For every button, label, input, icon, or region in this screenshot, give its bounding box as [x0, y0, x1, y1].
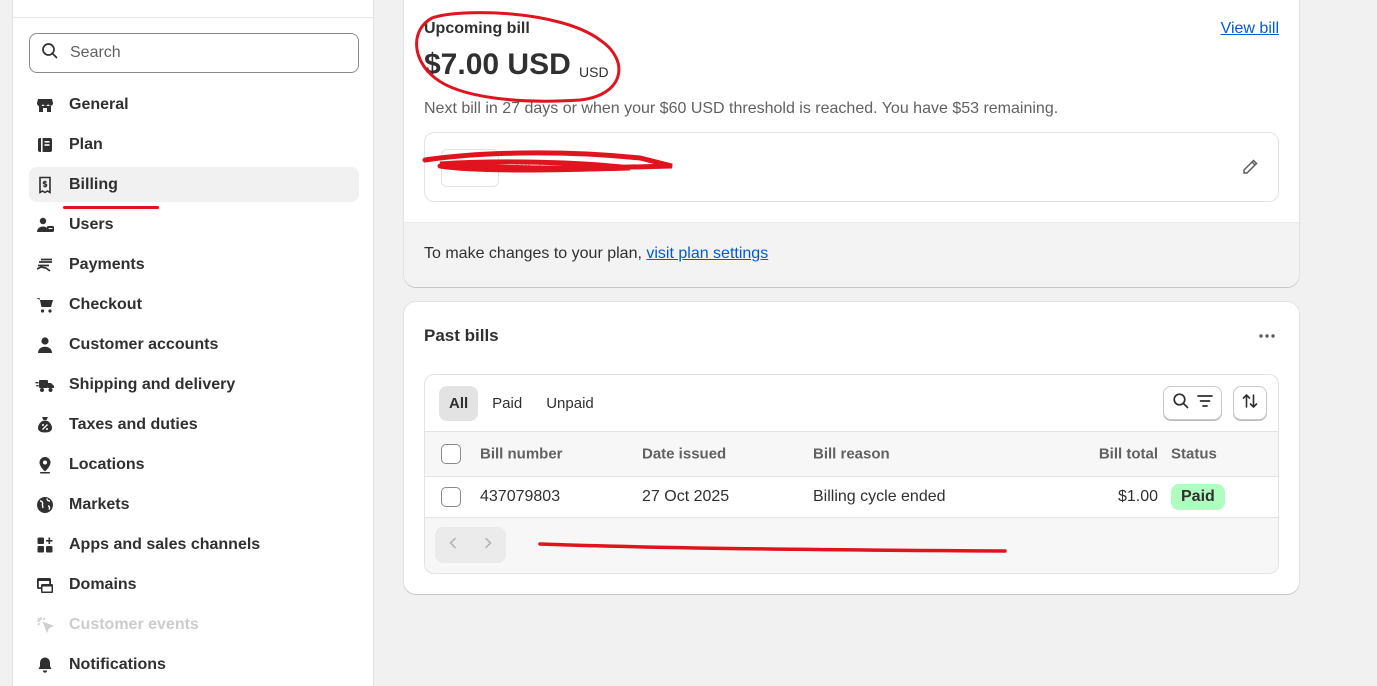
truck-icon — [35, 375, 55, 395]
nav-item-label: Customer events — [69, 616, 199, 633]
nav-item-customer-events[interactable]: Customer events — [29, 605, 359, 645]
column-status: Status — [1171, 445, 1217, 463]
bill-filter-tabs: All Paid Unpaid — [439, 386, 604, 421]
date-issued: 27 Oct 2025 — [642, 488, 730, 505]
nav-item-apps[interactable]: Apps and sales channels — [29, 525, 359, 565]
row-checkbox[interactable] — [441, 487, 461, 507]
next-bill-text: Next bill in 27 days or when your $60 US… — [424, 100, 1059, 117]
receipt-icon — [35, 175, 55, 195]
nav-item-label: Plan — [69, 136, 103, 153]
nav-item-markets[interactable]: Markets — [29, 485, 359, 525]
table-header-row: Bill number Date issued Bill reason Bill… — [425, 431, 1278, 477]
nav-item-payments[interactable]: Payments — [29, 245, 359, 285]
apps-icon — [35, 535, 55, 555]
nav-item-label: General — [69, 96, 129, 113]
nav-item-label: Checkout — [69, 296, 142, 313]
bell-icon — [35, 655, 55, 675]
column-date-issued: Date issued — [642, 445, 727, 463]
nav-item-label: Apps and sales channels — [69, 536, 261, 553]
upcoming-bill-card: Upcoming bill View bill $7.00 USD USD Ne… — [404, 0, 1299, 287]
past-bills-table: All Paid Unpaid Bill number Date issued … — [424, 374, 1279, 574]
nav-item-locations[interactable]: Locations — [29, 445, 359, 485]
nav-item-label: Billing — [69, 175, 118, 193]
tab-all[interactable]: All — [439, 386, 479, 421]
nav-item-label: Users — [69, 216, 114, 233]
nav-item-label: Locations — [69, 456, 145, 473]
location-icon — [35, 455, 55, 475]
nav-item-general[interactable]: General — [29, 85, 359, 125]
plan-settings-text: To make changes to your plan, visit plan… — [424, 245, 768, 263]
column-bill-reason: Bill reason — [813, 445, 890, 463]
nav-item-customer-accounts[interactable]: Customer accounts — [29, 325, 359, 365]
nav-item-checkout[interactable]: Checkout — [29, 285, 359, 325]
nav-item-label: Shipping and delivery — [69, 376, 236, 393]
next-page-button[interactable] — [470, 527, 505, 563]
previous-page-button[interactable] — [435, 527, 470, 563]
card-brand-icon — [441, 149, 499, 187]
settings-sidebar: General Plan Billing Users Payments Chec… — [12, 0, 374, 686]
nav-item-plan[interactable]: Plan — [29, 125, 359, 165]
past-bills-title: Past bills — [424, 326, 499, 345]
table-row[interactable]: 437079803 27 Oct 2025 Billing cycle ende… — [425, 477, 1278, 518]
search-filter-button[interactable] — [1163, 386, 1222, 420]
domains-icon — [35, 575, 55, 595]
search-box[interactable] — [29, 33, 359, 73]
select-all-checkbox[interactable] — [441, 444, 461, 464]
upcoming-bill-amount: $7.00 USD — [424, 48, 571, 81]
view-bill-link[interactable]: View bill — [1221, 20, 1279, 38]
bill-total: $1.00 — [1117, 488, 1158, 505]
sort-button[interactable] — [1233, 386, 1267, 420]
plan-icon — [35, 135, 55, 155]
nav-item-label: Markets — [69, 496, 130, 513]
bill-reason: Billing cycle ended — [813, 488, 946, 505]
filter-icon — [1195, 391, 1215, 416]
cursor-icon — [35, 615, 55, 635]
search-icon — [40, 41, 60, 66]
search-icon — [1171, 391, 1191, 416]
nav-item-users[interactable]: Users — [29, 205, 359, 245]
nav-item-label: Domains — [69, 576, 137, 593]
plan-settings-footer: To make changes to your plan, visit plan… — [404, 222, 1299, 287]
store-icon — [35, 95, 55, 115]
plan-settings-prefix: To make changes to your plan, — [424, 245, 642, 262]
tab-paid[interactable]: Paid — [482, 386, 532, 421]
pagination — [425, 518, 1278, 573]
nav-item-billing[interactable]: Billing — [29, 167, 359, 209]
chevron-left-icon — [445, 535, 461, 556]
tab-unpaid[interactable]: Unpaid — [536, 386, 604, 421]
upcoming-bill-label: Upcoming bill — [424, 20, 530, 37]
chevron-right-icon — [480, 535, 496, 556]
person-icon — [35, 335, 55, 355]
visit-plan-settings-link[interactable]: visit plan settings — [646, 245, 768, 262]
globe-icon — [35, 495, 55, 515]
nav-item-domains[interactable]: Domains — [29, 565, 359, 605]
cart-icon — [35, 295, 55, 315]
nav-item-taxes[interactable]: Taxes and duties — [29, 405, 359, 445]
nav-item-label: Customer accounts — [69, 336, 219, 353]
nav-item-label: Payments — [69, 256, 145, 273]
payment-method-text: Visa — [515, 157, 542, 173]
settings-nav: General Plan Billing Users Payments Chec… — [29, 85, 359, 685]
status-badge: Paid — [1171, 484, 1225, 510]
sort-icon — [1240, 391, 1260, 416]
users-icon — [35, 215, 55, 235]
payments-icon — [35, 255, 55, 275]
nav-item-label: Taxes and duties — [69, 416, 198, 433]
pagination-buttons — [435, 527, 506, 563]
sidebar-divider — [13, 17, 373, 18]
nav-item-shipping[interactable]: Shipping and delivery — [29, 365, 359, 405]
upcoming-bill-currency: USD — [579, 64, 609, 80]
column-bill-total: Bill total — [1098, 445, 1158, 463]
search-input[interactable] — [70, 44, 350, 62]
more-actions-icon[interactable] — [1257, 326, 1277, 346]
payment-method-box: Visa — [424, 132, 1279, 202]
past-bills-card: Past bills All Paid Unpaid Bill number D… — [404, 302, 1299, 594]
edit-pencil-icon[interactable] — [1240, 157, 1260, 177]
column-bill-number: Bill number — [480, 445, 563, 463]
nav-item-label: Notifications — [69, 656, 166, 673]
nav-item-notifications[interactable]: Notifications — [29, 645, 359, 685]
tax-icon — [35, 415, 55, 435]
bill-number: 437079803 — [480, 488, 561, 505]
